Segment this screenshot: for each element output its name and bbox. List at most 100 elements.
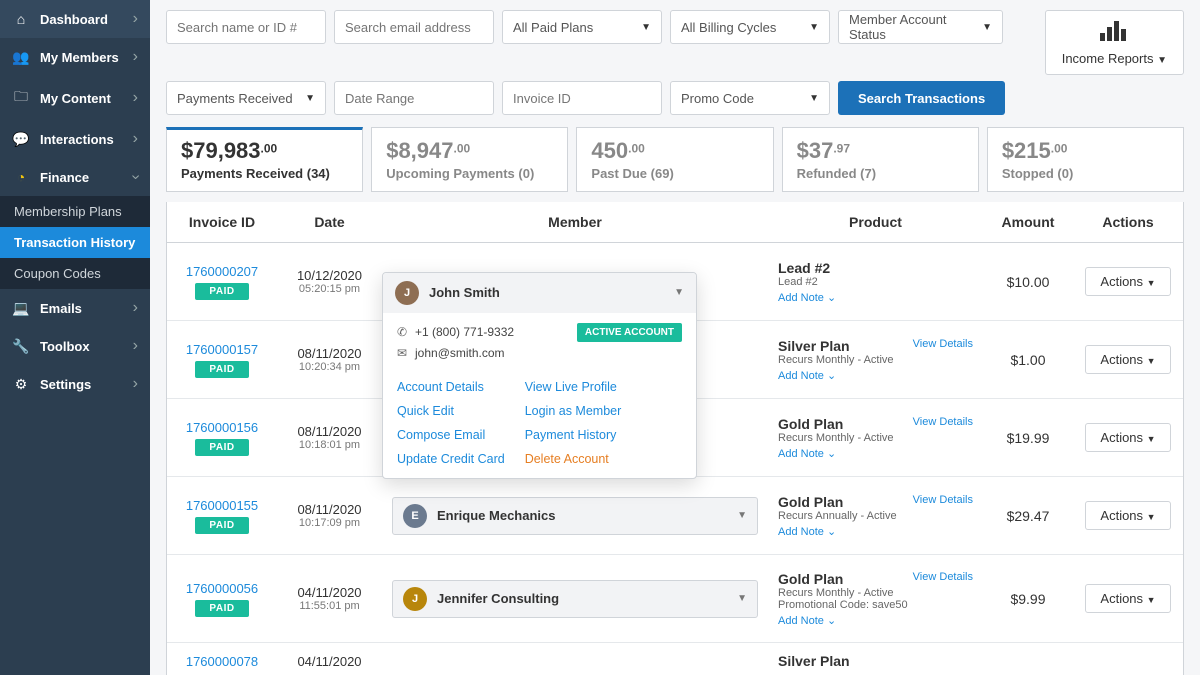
- chevron-down-icon: ⌄: [827, 448, 836, 460]
- add-note-link[interactable]: Add Note ⌄: [778, 292, 836, 304]
- sidebar-item-label: Dashboard: [40, 12, 133, 27]
- add-note-link[interactable]: Add Note ⌄: [778, 448, 836, 460]
- caret-down-icon: ▼: [1157, 55, 1167, 66]
- delete-account-link[interactable]: Delete Account: [525, 452, 622, 466]
- stat-refunded[interactable]: $37.97 Refunded (7): [782, 127, 979, 192]
- product-name: Silver Plan: [778, 653, 973, 669]
- caret-down-icon: ▼: [737, 510, 747, 521]
- view-live-profile-link[interactable]: View Live Profile: [525, 380, 622, 394]
- avatar: J: [403, 587, 427, 611]
- sidebar-item-content[interactable]: 🗀 My Content ›: [0, 76, 150, 120]
- stat-payments-received[interactable]: $79,983.00 Payments Received (34): [166, 127, 363, 192]
- sidebar-item-label: Settings: [40, 377, 133, 392]
- table-row: 1760000056PAID 04/11/202011:55:01 pm J J…: [167, 555, 1183, 643]
- actions-button[interactable]: Actions ▼: [1085, 267, 1170, 296]
- th-member: Member: [382, 202, 768, 242]
- compose-email-link[interactable]: Compose Email: [397, 428, 505, 442]
- sidebar-item-finance[interactable]: ◔ Finance ›: [0, 158, 150, 196]
- chevron-right-icon: ›: [133, 337, 138, 355]
- product-sub: Recurs Monthly - Active: [778, 354, 973, 366]
- th-amount: Amount: [983, 202, 1073, 242]
- login-as-member-link[interactable]: Login as Member: [525, 404, 622, 418]
- view-details-link[interactable]: View Details: [913, 494, 973, 506]
- add-note-link[interactable]: Add Note ⌄: [778, 370, 836, 382]
- search-transactions-button[interactable]: Search Transactions: [838, 81, 1005, 115]
- sidebar-sub-coupon-codes[interactable]: Coupon Codes: [0, 258, 150, 289]
- laptop-icon: 💻: [12, 300, 30, 317]
- stats-row: $79,983.00 Payments Received (34) $8,947…: [150, 121, 1200, 202]
- invoice-link[interactable]: 1760000207: [177, 264, 267, 279]
- update-credit-card-link[interactable]: Update Credit Card: [397, 452, 505, 466]
- member-pill[interactable]: J Jennifer Consulting ▼: [392, 580, 758, 618]
- actions-button[interactable]: Actions ▼: [1085, 584, 1170, 613]
- income-reports-button[interactable]: Income Reports ▼: [1045, 10, 1184, 75]
- chat-icon: 💬: [12, 131, 30, 148]
- product-name: Gold Plan: [778, 416, 843, 432]
- caret-down-icon: ▼: [674, 287, 684, 298]
- sidebar-item-label: My Content: [40, 91, 133, 106]
- payments-received-select[interactable]: Payments Received▼: [166, 81, 326, 115]
- sidebar-item-toolbox[interactable]: 🔧 Toolbox ›: [0, 327, 150, 365]
- invoice-link[interactable]: 1760000156: [177, 420, 267, 435]
- actions-button[interactable]: Actions ▼: [1085, 423, 1170, 452]
- product-sub: Recurs Monthly - Active: [778, 587, 973, 599]
- table-row: 1760000207 PAID 10/12/202005:20:15 pm J …: [167, 243, 1183, 321]
- add-note-link[interactable]: Add Note ⌄: [778, 615, 836, 627]
- caret-down-icon: ▼: [809, 22, 819, 33]
- sidebar-item-label: Toolbox: [40, 339, 133, 354]
- payment-history-link[interactable]: Payment History: [525, 428, 622, 442]
- search-email-input[interactable]: [334, 10, 494, 44]
- caret-down-icon: ▼: [1147, 595, 1156, 605]
- add-note-link[interactable]: Add Note ⌄: [778, 526, 836, 538]
- active-account-badge: ACTIVE ACCOUNT: [577, 323, 682, 342]
- sidebar-item-dashboard[interactable]: ⌂ Dashboard ›: [0, 0, 150, 38]
- paid-plans-select[interactable]: All Paid Plans▼: [502, 10, 662, 44]
- invoice-link[interactable]: 1760000157: [177, 342, 267, 357]
- wrench-icon: 🔧: [12, 338, 30, 355]
- users-icon: 👥: [12, 49, 30, 66]
- account-status-select[interactable]: Member Account Status▼: [838, 10, 1003, 44]
- view-details-link[interactable]: View Details: [913, 571, 973, 583]
- invoice-link[interactable]: 1760000155: [177, 498, 267, 513]
- invoice-link[interactable]: 1760000078: [177, 654, 267, 669]
- invoice-link[interactable]: 1760000056: [177, 581, 267, 596]
- sidebar-item-settings[interactable]: ⚙ Settings ›: [0, 365, 150, 403]
- account-details-link[interactable]: Account Details: [397, 380, 505, 394]
- stat-upcoming-payments[interactable]: $8,947.00 Upcoming Payments (0): [371, 127, 568, 192]
- th-invoice: Invoice ID: [167, 202, 277, 242]
- invoice-id-input[interactable]: [502, 81, 662, 115]
- sidebar-item-members[interactable]: 👥 My Members ›: [0, 38, 150, 76]
- view-details-link[interactable]: View Details: [913, 416, 973, 428]
- sidebar-finance-submenu: Membership Plans Transaction History Cou…: [0, 196, 150, 289]
- transactions-table: Invoice ID Date Member Product Amount Ac…: [166, 202, 1184, 675]
- member-pill[interactable]: E Enrique Mechanics ▼: [392, 497, 758, 535]
- sidebar-sub-transaction-history[interactable]: Transaction History: [0, 227, 150, 258]
- filters-row-2: Payments Received▼ Promo Code▼ Search Tr…: [150, 81, 1200, 121]
- gear-icon: ⚙: [12, 376, 30, 393]
- sidebar-item-emails[interactable]: 💻 Emails ›: [0, 289, 150, 327]
- sidebar-item-interactions[interactable]: 💬 Interactions ›: [0, 120, 150, 158]
- stat-past-due[interactable]: 450.00 Past Due (69): [576, 127, 773, 192]
- amount-cell: $10.00: [983, 264, 1073, 300]
- product-promo: Promotional Code: save50: [778, 599, 973, 611]
- envelope-icon: ✉: [397, 346, 415, 360]
- product-name: Gold Plan: [778, 494, 843, 510]
- sidebar: ⌂ Dashboard › 👥 My Members › 🗀 My Conten…: [0, 0, 150, 675]
- billing-cycles-select[interactable]: All Billing Cycles▼: [670, 10, 830, 44]
- date-range-input[interactable]: [334, 81, 494, 115]
- quick-edit-link[interactable]: Quick Edit: [397, 404, 505, 418]
- stat-stopped[interactable]: $215.00 Stopped (0): [987, 127, 1184, 192]
- member-popover-header[interactable]: J John Smith ▼: [383, 273, 696, 313]
- amount-cell: $1.00: [983, 342, 1073, 378]
- promo-code-select[interactable]: Promo Code▼: [670, 81, 830, 115]
- view-details-link[interactable]: View Details: [913, 338, 973, 350]
- amount-cell: $19.99: [983, 420, 1073, 456]
- member-popover: J John Smith ▼ ✆+1 (800) 771-9332ACTIVE …: [382, 272, 697, 479]
- actions-button[interactable]: Actions ▼: [1085, 501, 1170, 530]
- main-content: All Paid Plans▼ All Billing Cycles▼ Memb…: [150, 0, 1200, 675]
- sidebar-sub-membership-plans[interactable]: Membership Plans: [0, 196, 150, 227]
- chevron-down-icon: ⌄: [827, 370, 836, 382]
- search-name-input[interactable]: [166, 10, 326, 44]
- actions-button[interactable]: Actions ▼: [1085, 345, 1170, 374]
- chevron-right-icon: ›: [133, 48, 138, 66]
